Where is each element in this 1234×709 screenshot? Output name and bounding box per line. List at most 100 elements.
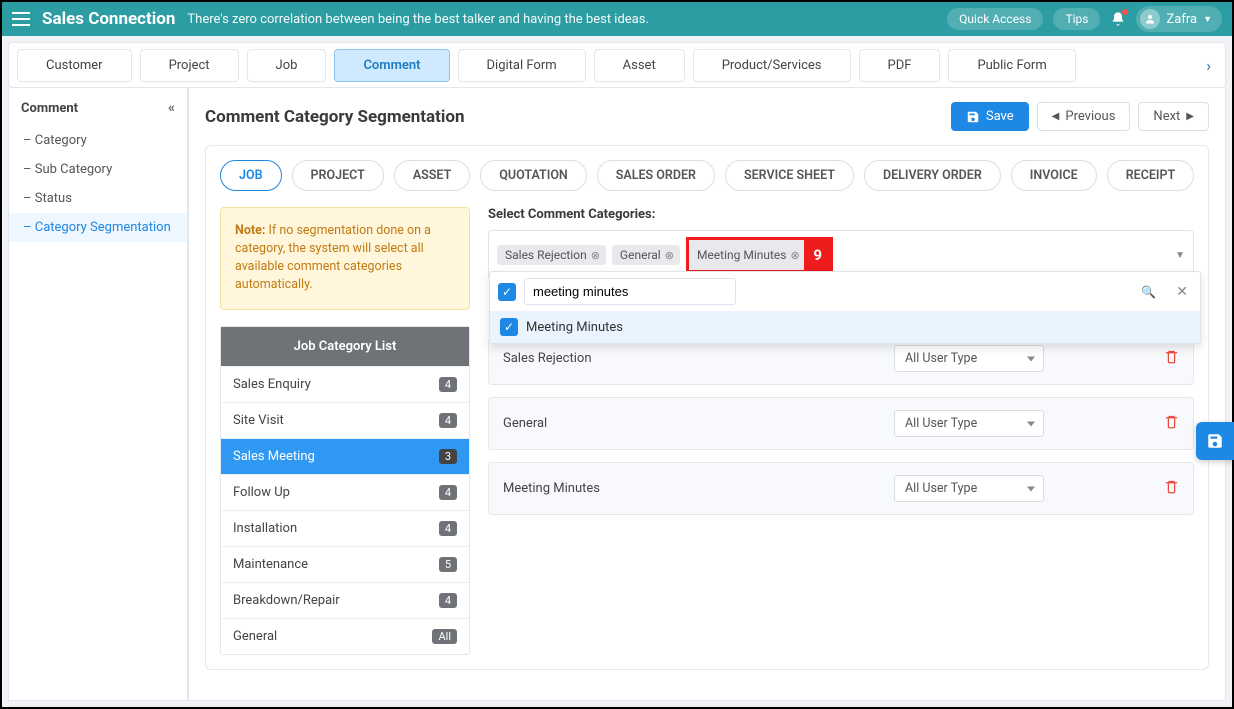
category-multi-select[interactable]: Sales Rejection⊗ General⊗ Meeting Minutes⊗… [488,230,1194,280]
notification-icon[interactable] [1110,11,1126,27]
user-type-select[interactable]: All User Type [894,410,1044,437]
badge: 4 [439,413,457,428]
sidebar-item[interactable]: – Sub Category [9,155,187,184]
main-tab-comment[interactable]: Comment [334,49,449,82]
badge: 4 [439,521,457,536]
category-row[interactable]: Breakdown/Repair 4 [221,582,469,618]
quick-access-button[interactable]: Quick Access [947,8,1043,30]
save-icon [1206,432,1224,450]
chevron-down-icon: ▼ [1203,14,1212,25]
main-tabs: CustomerProjectJobComment Digital FormAss… [8,42,1226,88]
user-type-select[interactable]: All User Type [894,475,1044,502]
badge: 4 [439,377,457,392]
category-row[interactable]: General All [221,618,469,654]
content-area: Comment Category Segmentation Save ◀Prev… [188,88,1226,701]
tips-button[interactable]: Tips [1053,8,1100,30]
type-pill-row: JOB PROJECT ASSET QUOTATION SALES ORDER SERVI… [220,160,1194,191]
delete-icon[interactable] [1164,479,1179,498]
page-title: Comment Category Segmentation [205,107,465,127]
type-pill-asset[interactable]: ASSET [394,160,470,191]
category-row[interactable]: Maintenance5 [221,546,469,582]
main-tab-pdf[interactable]: PDF [859,49,941,82]
tab-scroll-right-icon[interactable]: › [1200,52,1217,79]
main-tab-job[interactable]: Job [247,49,327,82]
category-row-label: General [233,629,277,644]
remove-tag-icon[interactable]: ⊗ [790,249,799,262]
remove-tag-icon[interactable]: ⊗ [591,249,600,262]
save-icon [966,110,980,124]
tagline: There's zero correlation between being t… [187,12,648,27]
chevron-right-icon: ▶ [1186,111,1194,122]
search-input[interactable] [524,278,736,305]
main-tab-customer[interactable]: Customer [17,49,132,82]
selected-tag[interactable]: Sales Rejection⊗ [497,245,606,265]
sidebar-item[interactable]: – Category [9,126,187,155]
note-box: Note: If no segmentation done on a categ… [220,207,470,310]
clear-search-icon[interactable]: ✕ [1172,284,1192,300]
assignment-row: General All User Type [488,397,1194,450]
brand-title: Sales Connection [42,9,175,29]
category-list-title: Job Category List [221,327,469,366]
type-pill-delivery-order[interactable]: DELIVERY ORDER [864,160,1001,191]
category-row-label: Breakdown/Repair [233,593,340,608]
username: Zafra [1166,12,1197,27]
remove-tag-icon[interactable]: ⊗ [665,249,674,262]
type-pill-quotation[interactable]: QUOTATION [480,160,587,191]
menu-icon[interactable] [12,12,30,26]
chevron-left-icon: ◀ [1052,111,1060,122]
type-pill-project[interactable]: PROJECT [292,160,384,191]
assignment-label: General [503,416,547,431]
type-pill-receipt[interactable]: RECEIPT [1107,160,1194,191]
selector-label: Select Comment Categories: [488,207,1194,222]
type-pill-job[interactable]: JOB [220,160,282,191]
user-type-select[interactable]: All User Type [894,345,1044,372]
chevron-down-icon[interactable]: ▼ [1175,250,1185,261]
main-tab-product-services[interactable]: Product/Services [693,49,851,82]
type-pill-invoice[interactable]: INVOICE [1011,160,1097,191]
main-tab-asset[interactable]: Asset [594,49,685,82]
delete-icon[interactable] [1164,349,1179,368]
dropdown-popup: ✓ 🔍 ✕ ✓ Meetin [489,271,1201,344]
selected-tag[interactable]: Meeting Minutes⊗ [689,240,806,270]
type-pill-sales-order[interactable]: SALES ORDER [597,160,715,191]
side-panel: Comment « – Category– Sub Category – Sta… [8,88,188,701]
category-list: Job Category List Sales Enquiry4Site Vis… [220,326,470,655]
dropdown-option[interactable]: ✓ Meeting Minutes [490,311,1200,343]
delete-icon[interactable] [1164,414,1179,433]
previous-button[interactable]: ◀Previous [1037,102,1131,131]
main-tab-public-form[interactable]: Public Form [948,49,1075,82]
category-row-label: Site Visit [233,413,284,428]
select-all-checkbox[interactable]: ✓ [498,283,516,301]
selected-tag[interactable]: General⊗ [612,245,680,265]
badge: 4 [439,593,457,608]
sidebar-item[interactable]: – Status [9,184,187,213]
category-row[interactable]: Installation 4 [221,510,469,546]
category-row[interactable]: Sales Meeting 3 [221,438,469,474]
category-row[interactable]: Sales Enquiry 4 [221,366,469,402]
category-row-label: Follow Up [233,485,290,500]
next-button[interactable]: Next▶ [1138,102,1209,131]
option-checkbox[interactable]: ✓ [500,318,518,336]
assignment-row: Meeting MinutesAll User Type [488,462,1194,515]
search-icon: 🔍 [1141,285,1156,299]
category-row-label: Sales Enquiry [233,377,311,392]
main-tab-project[interactable]: Project [140,49,239,82]
category-row-label: Installation [233,521,297,536]
sidebar-item[interactable]: – Category Segmentation [9,213,187,242]
badge: 4 [439,485,457,500]
side-panel-title: Comment [21,101,78,116]
category-row[interactable]: Follow Up 4 [221,474,469,510]
type-pill-service-sheet[interactable]: SERVICE SHEET [725,160,854,191]
collapse-icon[interactable]: « [168,100,175,116]
badge: All [432,629,457,644]
main-tab-digital-form[interactable]: Digital Form [458,49,586,82]
save-button[interactable]: Save [951,102,1029,131]
user-menu[interactable]: Zafra ▼ [1136,6,1222,32]
assignment-row: Sales RejectionAll User Type [488,338,1194,385]
badge: 3 [439,449,457,464]
callout-number: 9 [806,240,830,270]
category-row-label: Sales Meeting [233,449,315,464]
category-row-label: Maintenance [233,557,308,572]
category-row[interactable]: Site Visit 4 [221,402,469,438]
floating-save-button[interactable] [1196,422,1234,460]
